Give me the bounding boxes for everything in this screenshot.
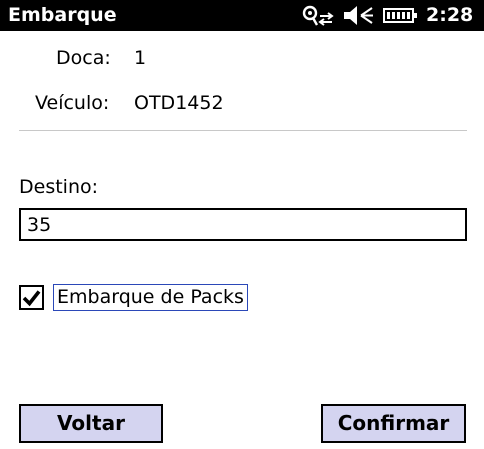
speaker-muted-icon[interactable] [342,4,376,27]
voltar-button[interactable]: Voltar [19,404,163,443]
packs-checkbox-label[interactable]: Embarque de Packs [53,284,248,311]
veiculo-label: Veículo: [35,92,110,114]
title-bar: Embarque 2:28 [0,0,484,31]
checkmark-icon [22,290,41,307]
clock: 2:28 [426,4,474,26]
battery-icon[interactable] [383,4,418,27]
destino-input[interactable]: 35 [19,208,467,241]
destino-label: Destino: [19,176,99,198]
packs-checkbox[interactable] [19,285,44,310]
confirmar-button[interactable]: Confirmar [321,404,466,443]
doca-value: 1 [134,47,147,69]
app-title: Embarque [8,4,117,26]
veiculo-value: OTD1452 [134,92,224,114]
destino-input-value: 35 [27,214,52,236]
separator [19,130,467,131]
connectivity-icon[interactable] [299,4,335,27]
doca-label: Doca: [56,47,111,69]
